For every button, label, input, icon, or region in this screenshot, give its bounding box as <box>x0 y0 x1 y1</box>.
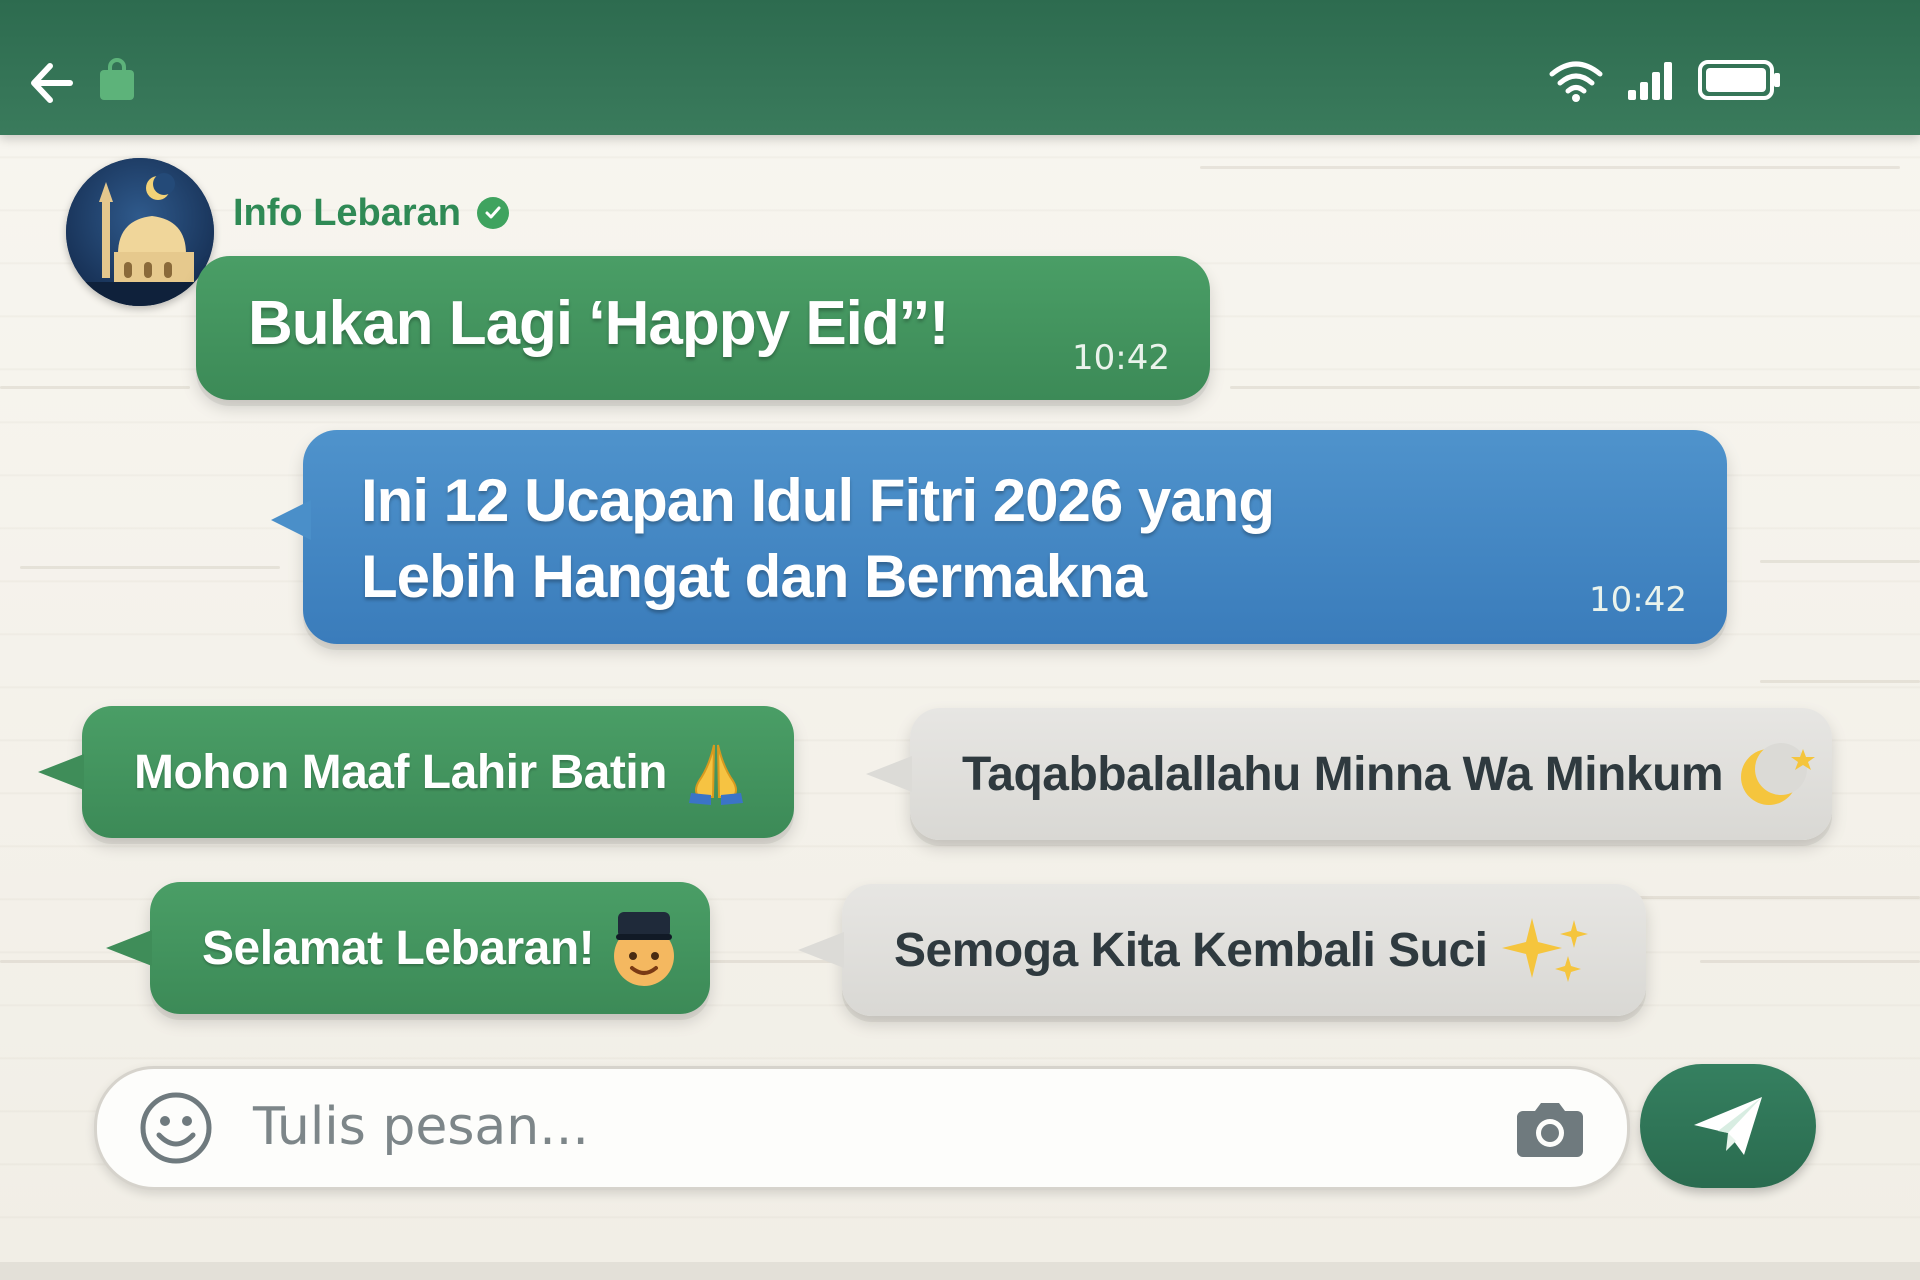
chip-label: Selamat Lebaran! <box>202 921 595 975</box>
greeting-chip-mohon-maaf[interactable]: Mohon Maaf Lahir Batin <box>38 706 794 838</box>
background-stroke <box>1200 166 1900 169</box>
top-bar <box>0 0 1920 135</box>
message-text-line: Lebih Hangat dan Bermakna <box>361 543 1147 610</box>
wifi-icon <box>1549 61 1603 102</box>
background-stroke <box>1760 560 1920 563</box>
message-input[interactable]: Tulis pesan... <box>253 1097 589 1157</box>
message-bubble[interactable]: Bukan Lagi ‘Happy Eid’’! 10:42 <box>196 256 1210 400</box>
chip-label: Mohon Maaf Lahir Batin <box>134 745 667 799</box>
shopping-bag-icon <box>100 58 134 100</box>
signal-icon <box>1628 62 1672 100</box>
boy-with-peci-icon <box>608 906 680 990</box>
mosque-crescent-avatar <box>66 158 214 306</box>
sender-name: Info Lebaran <box>233 191 462 234</box>
verified-badge-icon <box>477 197 510 229</box>
message-text-line: Ini 12 Ucapan Idul Fitri 2026 yang <box>361 467 1275 534</box>
bubble-tail <box>106 930 152 966</box>
battery-icon <box>1698 60 1780 100</box>
sparkles-icon <box>1501 912 1598 988</box>
message-composer[interactable]: Tulis pesan... <box>94 1066 1630 1190</box>
background-stroke <box>1700 960 1920 963</box>
send-paper-plane-icon <box>1694 1097 1762 1155</box>
bubble-tail <box>38 754 84 790</box>
message-time: 10:42 <box>1589 580 1687 620</box>
crescent-moon-star-icon <box>1737 739 1823 809</box>
greeting-chip-selamat-lebaran[interactable]: Selamat Lebaran! <box>106 882 710 1014</box>
bubble-tail <box>798 932 844 968</box>
camera-icon[interactable] <box>1515 1097 1585 1159</box>
message-bubble[interactable]: Ini 12 Ucapan Idul Fitri 2026 yang Lebih… <box>271 430 1727 644</box>
bubble-tail <box>866 756 912 792</box>
background-stroke <box>1760 680 1920 683</box>
praying-hands-icon <box>681 737 751 807</box>
background-stroke <box>1230 386 1920 389</box>
background-stroke <box>20 566 280 569</box>
chat-header[interactable]: Info Lebaran <box>233 188 510 238</box>
back-arrow-icon[interactable] <box>26 58 76 108</box>
chip-label: Taqabbalallahu Minna Wa Minkum <box>962 747 1724 801</box>
send-button[interactable] <box>1640 1064 1816 1188</box>
greeting-chip-taqabbalallahu[interactable]: Taqabbalallahu Minna Wa Minkum <box>866 708 1832 840</box>
emoji-smiley-icon[interactable] <box>139 1091 213 1165</box>
avatar[interactable] <box>66 158 214 306</box>
background-stroke <box>0 386 190 389</box>
bubble-tail <box>271 500 311 540</box>
greeting-chip-kembali-suci[interactable]: Semoga Kita Kembali Suci <box>798 884 1646 1016</box>
chip-label: Semoga Kita Kembali Suci <box>894 923 1488 977</box>
message-text: Bukan Lagi ‘Happy Eid’’! <box>248 289 950 358</box>
bottom-edge <box>0 1262 1920 1280</box>
message-time: 10:42 <box>1072 338 1170 378</box>
